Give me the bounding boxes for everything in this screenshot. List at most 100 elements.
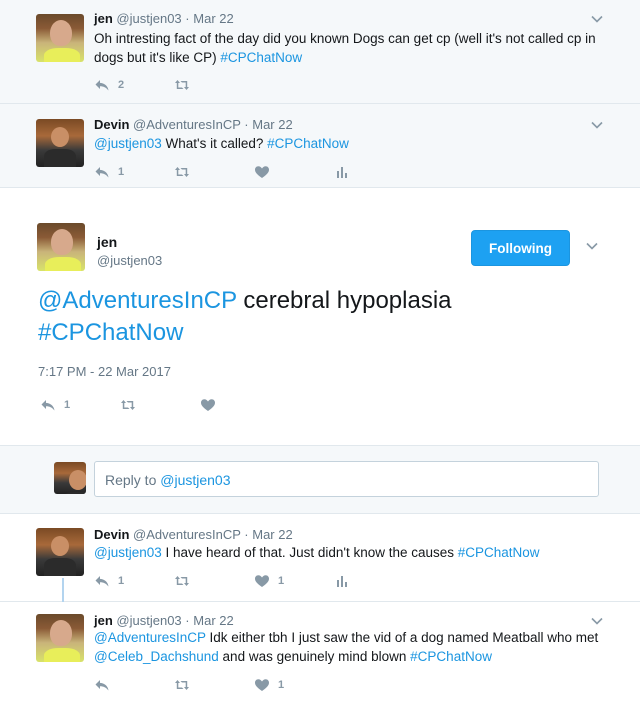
reply-tweet[interactable]: jen @justjen03 · Mar 22 @AdventuresInCP …	[0, 602, 640, 705]
retweet-icon	[174, 77, 190, 93]
reply-button[interactable]	[94, 677, 174, 693]
avatar[interactable]	[36, 119, 84, 167]
user-handle[interactable]: @justjen03	[116, 613, 181, 628]
retweet-icon	[120, 397, 136, 413]
hashtag-link[interactable]: #CPChatNow	[220, 50, 302, 65]
tweet-actions: 1	[40, 397, 280, 413]
retweet-button[interactable]	[174, 677, 254, 693]
tweet-text: Oh intresting fact of the day did you kn…	[94, 29, 604, 67]
retweet-button[interactable]	[120, 397, 200, 413]
tweet-header: Devin @AdventuresInCP · Mar 22	[94, 527, 293, 542]
retweet-button[interactable]	[174, 164, 254, 180]
like-icon	[200, 397, 216, 413]
retweet-icon	[174, 573, 190, 589]
tweet-text-segment: Idk either tbh I just saw the vid of a d…	[205, 630, 599, 645]
tweet-actions: 2	[94, 77, 254, 93]
user-name[interactable]: jen	[94, 613, 113, 628]
like-button[interactable]	[254, 164, 334, 180]
tweet-text-segment: What's it called?	[161, 136, 268, 151]
mention-link[interactable]: @AdventuresInCP	[94, 630, 206, 645]
chevron-down-icon[interactable]	[590, 118, 604, 132]
hashtag-link[interactable]: #CPChatNow	[267, 136, 349, 151]
mention-link[interactable]: @Celeb_Dachshund	[94, 649, 219, 664]
reply-button[interactable]: 1	[40, 397, 120, 413]
mention-link[interactable]: @justjen03	[94, 136, 162, 151]
reply-count: 1	[64, 399, 71, 411]
hashtag-link[interactable]: #CPChatNow	[410, 649, 492, 664]
tweet-header: Devin @AdventuresInCP · Mar 22	[94, 117, 293, 132]
reply-button[interactable]: 2	[94, 77, 174, 93]
tweet-timestamp[interactable]: 7:17 PM - 22 Mar 2017	[38, 364, 171, 379]
reply-icon	[94, 573, 110, 589]
reply-placeholder-prefix: Reply to	[105, 472, 161, 488]
chevron-down-icon[interactable]	[590, 12, 604, 26]
user-name[interactable]: jen	[94, 11, 113, 26]
reply-icon	[94, 164, 110, 180]
separator: ·	[244, 117, 249, 132]
avatar[interactable]	[36, 528, 84, 576]
focus-user-handle[interactable]: @justjen03	[97, 253, 162, 268]
user-handle[interactable]: @justjen03	[116, 11, 181, 26]
tweet-actions: 1 1	[94, 573, 414, 589]
user-handle[interactable]: @AdventuresInCP	[133, 527, 241, 542]
reply-icon	[94, 77, 110, 93]
analytics-button[interactable]	[334, 164, 414, 180]
retweet-button[interactable]	[174, 77, 254, 93]
mention-link[interactable]: @justjen03	[94, 545, 162, 560]
like-count: 1	[278, 575, 285, 587]
tweet-text-segment: Oh intresting fact of the day did you kn…	[94, 31, 596, 65]
tweet-date[interactable]: Mar 22	[193, 613, 233, 628]
reply-icon	[40, 397, 56, 413]
analytics-button[interactable]	[334, 573, 414, 589]
like-icon	[254, 677, 270, 693]
mention-link[interactable]: @AdventuresInCP	[38, 287, 237, 314]
like-icon	[254, 573, 270, 589]
user-name[interactable]: Devin	[94, 117, 129, 132]
like-button[interactable]: 1	[254, 677, 334, 693]
thread-tweet[interactable]: Devin @AdventuresInCP · Mar 22 @justjen0…	[0, 104, 640, 188]
thread-tweet[interactable]: jen @justjen03 · Mar 22 Oh intresting fa…	[0, 0, 640, 104]
hashtag-link[interactable]: #CPChatNow	[38, 319, 183, 346]
tweet-text: @justjen03 What's it called? #CPChatNow	[94, 134, 604, 153]
tweet-header: jen @justjen03 · Mar 22	[94, 613, 234, 628]
like-button[interactable]: 1	[254, 573, 334, 589]
following-button[interactable]: Following	[471, 230, 570, 266]
focus-user-name[interactable]: jen	[97, 234, 117, 250]
separator: ·	[185, 613, 190, 628]
avatar	[54, 462, 86, 494]
focus-tweet-text: @AdventuresInCP cerebral hypoplasia #CPC…	[38, 285, 598, 349]
reply-count: 1	[118, 575, 125, 587]
avatar[interactable]	[36, 614, 84, 662]
reply-button[interactable]: 1	[94, 164, 174, 180]
tweet-header: jen @justjen03 · Mar 22	[94, 11, 234, 26]
tweet-text: @AdventuresInCP Idk either tbh I just sa…	[94, 628, 604, 666]
user-handle[interactable]: @AdventuresInCP	[133, 117, 241, 132]
like-button[interactable]	[200, 397, 280, 413]
retweet-button[interactable]	[174, 573, 254, 589]
reply-tweet[interactable]: Devin @AdventuresInCP · Mar 22 @justjen0…	[0, 514, 640, 602]
reply-icon	[94, 677, 110, 693]
tweet-text-segment: cerebral hypoplasia	[236, 287, 452, 314]
reply-button[interactable]: 1	[94, 573, 174, 589]
user-name[interactable]: Devin	[94, 527, 129, 542]
separator: ·	[244, 527, 249, 542]
tweet-actions: 1	[94, 164, 414, 180]
analytics-icon	[334, 164, 350, 180]
separator: ·	[185, 11, 190, 26]
analytics-icon	[334, 573, 350, 589]
tweet-text: @justjen03 I have heard of that. Just di…	[94, 543, 604, 562]
tweet-date[interactable]: Mar 22	[252, 527, 292, 542]
chevron-down-icon[interactable]	[590, 614, 604, 628]
focused-tweet: jen @justjen03 Following @AdventuresInCP…	[0, 188, 640, 446]
reply-placeholder-handle: @justjen03	[160, 472, 231, 488]
avatar[interactable]	[36, 14, 84, 62]
reply-input[interactable]: Reply to @justjen03	[94, 461, 599, 497]
avatar[interactable]	[37, 223, 85, 271]
hashtag-link[interactable]: #CPChatNow	[458, 545, 540, 560]
tweet-date[interactable]: Mar 22	[252, 117, 292, 132]
tweet-date[interactable]: Mar 22	[193, 11, 233, 26]
tweet-actions: 1	[94, 677, 334, 693]
retweet-icon	[174, 677, 190, 693]
chevron-down-icon[interactable]	[585, 239, 599, 253]
like-icon	[254, 164, 270, 180]
